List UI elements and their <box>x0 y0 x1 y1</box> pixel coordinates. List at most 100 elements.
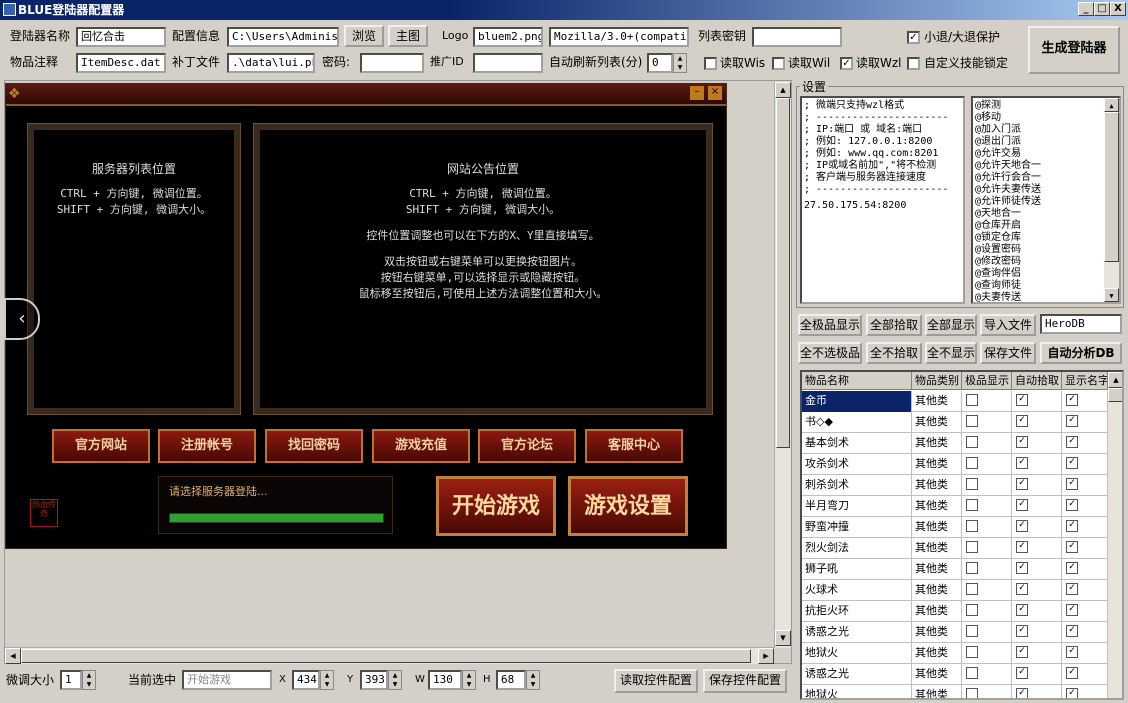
table-row[interactable]: 地狱火 其他类 ✓ ✓ <box>802 685 1108 698</box>
read-config-button[interactable]: 读取控件配置 <box>614 669 698 693</box>
cmd-scroll-thumb[interactable] <box>1104 112 1119 262</box>
show-name-checkbox[interactable]: ✓ <box>1066 562 1078 574</box>
command-list-item[interactable]: @允许师徒传送 <box>975 196 1101 208</box>
col-show-name[interactable]: 显示名字 <box>1062 372 1108 390</box>
ex-show-checkbox[interactable] <box>966 646 978 658</box>
item-grid[interactable]: 物品名称 物品类别 极品显示 自动拾取 显示名字 金币 其他类 ✓ ✓ 书◇◆ 其他类 ✓ ✓… <box>800 370 1124 700</box>
command-list-item[interactable]: @允许夫妻传送 <box>975 184 1101 196</box>
table-row[interactable]: 基本剑术 其他类 ✓ ✓ <box>802 433 1108 454</box>
table-row[interactable]: 诱惑之光 其他类 ✓ ✓ <box>802 622 1108 643</box>
all-items-show-button[interactable]: 全极品显示 <box>798 314 862 336</box>
close-button[interactable]: X <box>1110 2 1126 16</box>
minimize-button[interactable]: _ <box>1078 2 1094 16</box>
generate-button[interactable]: 生成登陆器 <box>1028 26 1120 74</box>
browse-button[interactable]: 浏览 <box>344 25 384 47</box>
promo-input[interactable] <box>473 53 543 73</box>
table-row[interactable]: 狮子吼 其他类 ✓ ✓ <box>802 559 1108 580</box>
custom-skill-checkbox[interactable] <box>907 57 920 70</box>
command-list-item[interactable]: @修改密码 <box>975 256 1101 268</box>
game-settings-button[interactable]: 游戏设置 <box>568 476 688 536</box>
ex-show-checkbox[interactable] <box>966 625 978 637</box>
auto-pickup-checkbox[interactable]: ✓ <box>1016 520 1028 532</box>
auto-pickup-checkbox[interactable]: ✓ <box>1016 415 1028 427</box>
item-note-input[interactable]: ItemDesc.dat <box>76 53 166 73</box>
table-row[interactable]: 抗拒火环 其他类 ✓ ✓ <box>802 601 1108 622</box>
show-name-checkbox[interactable]: ✓ <box>1066 499 1078 511</box>
scroll-right-icon[interactable]: ▶ <box>758 648 774 664</box>
show-name-checkbox[interactable]: ✓ <box>1066 520 1078 532</box>
start-game-button[interactable]: 开始游戏 <box>436 476 556 536</box>
register-button[interactable]: 注册帐号 <box>158 429 256 463</box>
col-auto-pickup[interactable]: 自动拾取 <box>1012 372 1062 390</box>
show-name-checkbox[interactable]: ✓ <box>1066 688 1078 698</box>
command-list[interactable]: @探测 @移动 @加入门派 @退出门派 @允许交易 @允许天地合一 @允许行会合一 @允许夫妻… <box>971 96 1121 304</box>
ex-show-checkbox[interactable] <box>966 667 978 679</box>
col-ex-show[interactable]: 极品显示 <box>962 372 1012 390</box>
none-items-button[interactable]: 全不选极品 <box>798 342 862 364</box>
table-row[interactable]: 刺杀剑术 其他类 ✓ ✓ <box>802 475 1108 496</box>
command-list-item[interactable]: @探测 <box>975 100 1101 112</box>
table-row[interactable]: 地狱火 其他类 ✓ ✓ <box>802 643 1108 664</box>
hscroll-thumb[interactable] <box>21 649 751 663</box>
read-wzl-checkbox[interactable]: ✓ <box>840 57 853 70</box>
ex-show-checkbox[interactable] <box>966 394 978 406</box>
table-row[interactable]: 半月弯刀 其他类 ✓ ✓ <box>802 496 1108 517</box>
command-list-item[interactable]: @移动 <box>975 112 1101 124</box>
h-input[interactable]: 68 <box>496 670 526 690</box>
ex-show-checkbox[interactable] <box>966 688 978 698</box>
command-list-item[interactable]: @允许交易 <box>975 148 1101 160</box>
auto-pickup-checkbox[interactable]: ✓ <box>1016 394 1028 406</box>
user-agent-input[interactable]: Mozilla/3.0+(compatible <box>549 27 689 47</box>
list-key-input[interactable] <box>752 27 842 47</box>
forum-button[interactable]: 官方论坛 <box>478 429 576 463</box>
cmd-scroll-up-icon[interactable]: ▲ <box>1104 98 1119 112</box>
table-row[interactable]: 烈火剑法 其他类 ✓ ✓ <box>802 538 1108 559</box>
show-name-checkbox[interactable]: ✓ <box>1066 667 1078 679</box>
import-file-button[interactable]: 导入文件 <box>980 314 1036 336</box>
command-list-item[interactable]: @允许行会合一 <box>975 172 1101 184</box>
w-input[interactable]: 130 <box>428 670 462 690</box>
y-input[interactable]: 393 <box>360 670 388 690</box>
ex-show-checkbox[interactable] <box>966 583 978 595</box>
launcher-minimize-icon[interactable]: – <box>690 86 704 100</box>
preview-hscroll[interactable]: ◀ ▶ <box>5 647 774 664</box>
auto-pickup-checkbox[interactable]: ✓ <box>1016 688 1028 698</box>
scroll-down-icon[interactable]: ▼ <box>775 630 791 646</box>
auto-pickup-checkbox[interactable]: ✓ <box>1016 436 1028 448</box>
command-list-item[interactable]: @查询伴侣 <box>975 268 1101 280</box>
auto-pickup-checkbox[interactable]: ✓ <box>1016 499 1028 511</box>
save-file-button[interactable]: 保存文件 <box>980 342 1036 364</box>
col-item-name[interactable]: 物品名称 <box>802 372 912 390</box>
main-image-button[interactable]: 主图 <box>388 25 428 47</box>
password-input[interactable] <box>360 53 424 73</box>
official-site-button[interactable]: 官方网站 <box>52 429 150 463</box>
command-list-item[interactable]: @设置密码 <box>975 244 1101 256</box>
save-config-button[interactable]: 保存控件配置 <box>703 669 787 693</box>
x-input[interactable]: 434 <box>292 670 320 690</box>
ex-show-checkbox[interactable] <box>966 436 978 448</box>
ex-show-checkbox[interactable] <box>966 415 978 427</box>
show-name-checkbox[interactable]: ✓ <box>1066 604 1078 616</box>
table-row[interactable]: 火球术 其他类 ✓ ✓ <box>802 580 1108 601</box>
all-pickup-button[interactable]: 全部拾取 <box>866 314 922 336</box>
command-list-item[interactable]: @仓库开启 <box>975 220 1101 232</box>
launcher-close-icon[interactable]: × <box>708 86 722 100</box>
command-list-item[interactable]: @允许天地合一 <box>975 160 1101 172</box>
fine-tune-input[interactable]: 1 <box>60 670 82 690</box>
show-name-checkbox[interactable]: ✓ <box>1066 436 1078 448</box>
preview-vscroll[interactable]: ▲ ▼ <box>774 82 791 648</box>
db-name-input[interactable]: HeroDB <box>1040 314 1122 334</box>
read-wis-checkbox[interactable] <box>704 57 717 70</box>
auto-db-button[interactable]: 自动分析DB <box>1040 342 1122 364</box>
table-row[interactable]: 金币 其他类 ✓ ✓ <box>802 391 1108 412</box>
ex-show-checkbox[interactable] <box>966 541 978 553</box>
all-show-button[interactable]: 全部显示 <box>925 314 977 336</box>
vscroll-thumb[interactable] <box>776 98 790 448</box>
patch-input[interactable]: .\data\lui.pkg <box>227 53 315 73</box>
x-spinner[interactable]: ▲ ▼ <box>320 670 334 690</box>
auto-pickup-checkbox[interactable]: ✓ <box>1016 478 1028 490</box>
auto-pickup-checkbox[interactable]: ✓ <box>1016 646 1028 658</box>
recharge-button[interactable]: 游戏充值 <box>372 429 470 463</box>
launcher-name-input[interactable]: 回忆合击 <box>76 27 166 47</box>
show-name-checkbox[interactable]: ✓ <box>1066 625 1078 637</box>
